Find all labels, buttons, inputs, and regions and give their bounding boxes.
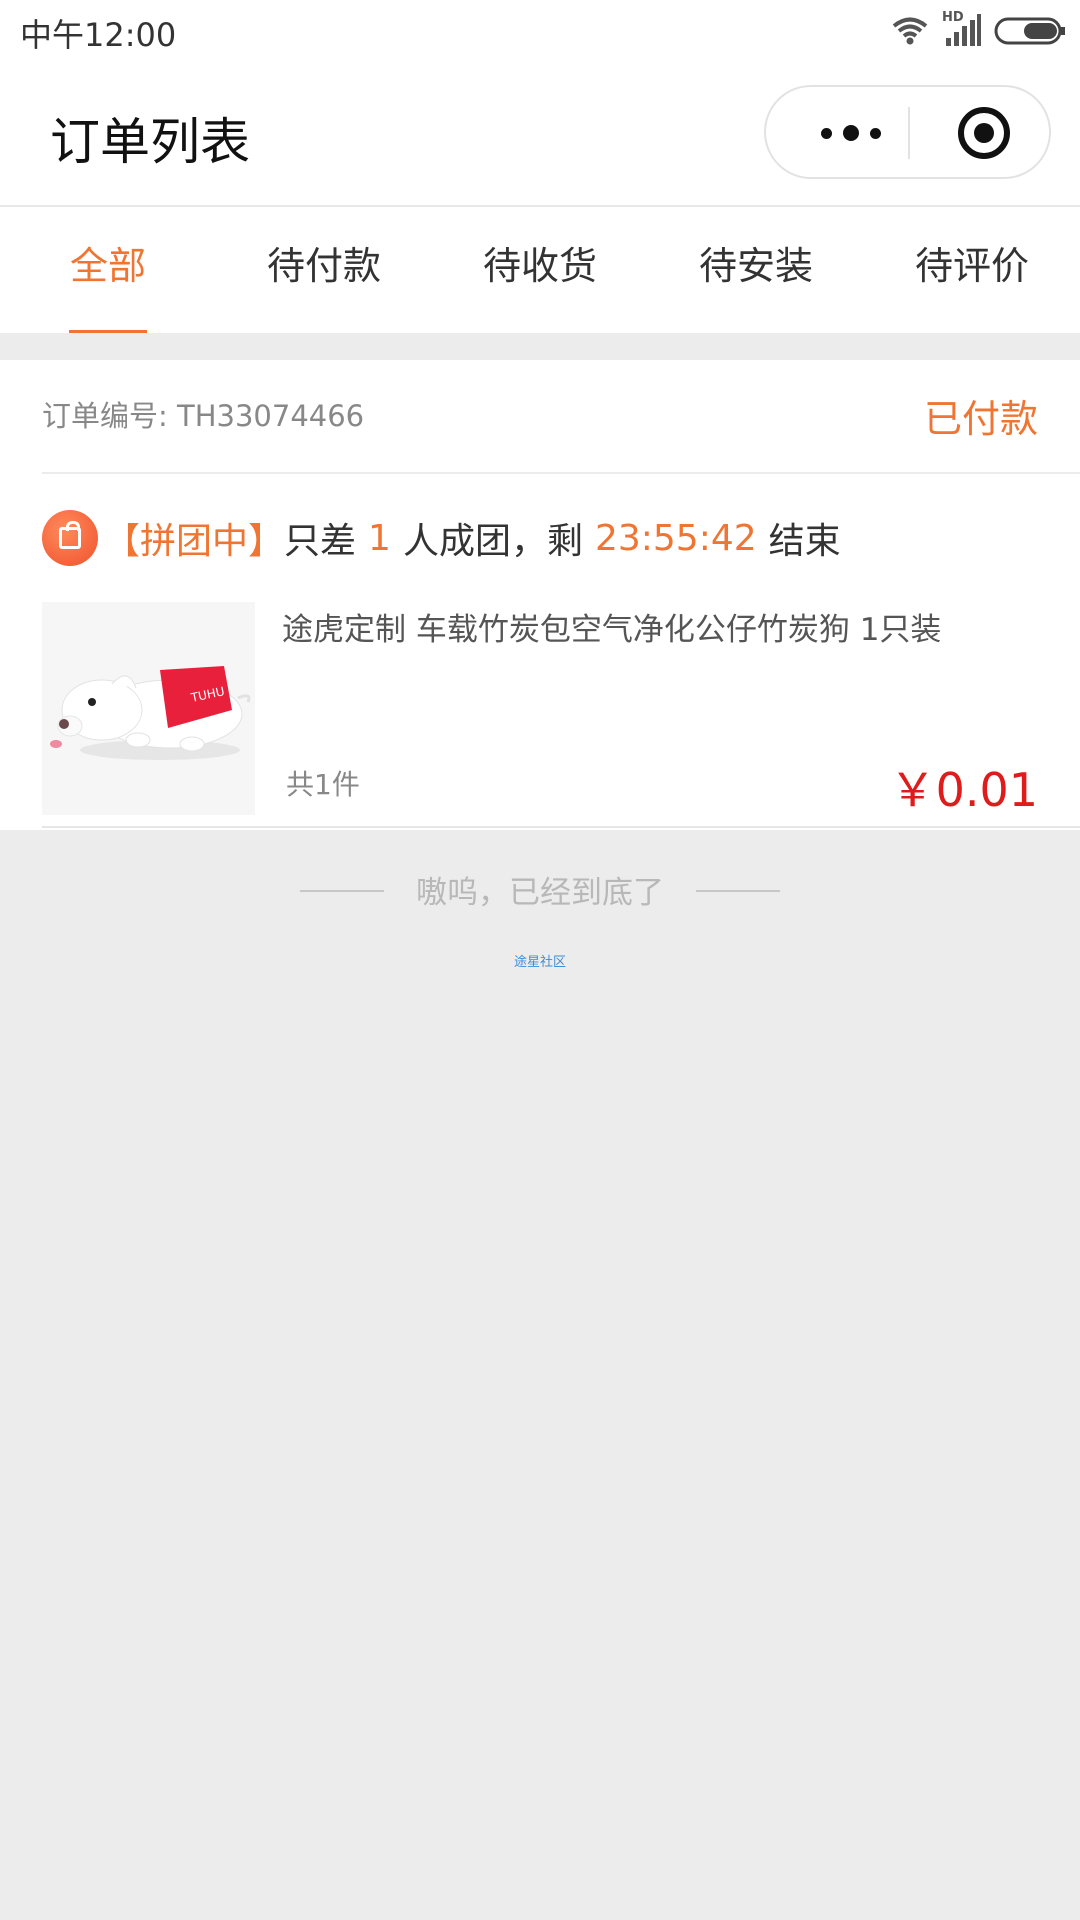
card-divider — [42, 826, 1080, 828]
title-bar: 订单列表 — [0, 62, 1080, 207]
group-buy-status: 【拼团中】 只差 1 人成团，剩 23:55:42 结束 — [42, 508, 841, 568]
tab-pending-receipt[interactable]: 待收货 — [432, 207, 648, 333]
group-buy-suffix: 结束 — [768, 521, 841, 562]
tab-pending-install[interactable]: 待安装 — [648, 207, 864, 333]
order-card[interactable]: 订单编号: TH33074466 已付款 【拼团中】 只差 1 人成团，剩 23… — [0, 360, 1080, 830]
tab-pending-payment[interactable]: 待付款 — [216, 207, 432, 333]
community-link[interactable]: 途星社区 — [0, 951, 1080, 970]
order-header: 订单编号: TH33074466 已付款 — [42, 360, 1080, 474]
active-tab-underline — [69, 330, 147, 333]
status-time: 中午12:00 — [20, 16, 177, 54]
end-line-right — [696, 890, 780, 892]
product-image[interactable]: TUHU — [42, 602, 255, 815]
wifi-icon — [892, 17, 928, 45]
status-icons: HD — [890, 10, 1066, 48]
capsule-divider — [908, 107, 910, 159]
group-buy-tag: 【拼团中】 — [104, 521, 285, 562]
order-number: 订单编号: TH33074466 — [42, 399, 365, 433]
end-of-list: 嗷呜，已经到底了 — [0, 862, 1080, 918]
product-price: ￥0.01 — [889, 763, 1038, 817]
product-quantity: 共1件 — [286, 768, 360, 801]
end-of-list-text: 嗷呜，已经到底了 — [416, 875, 664, 911]
more-dots-icon[interactable] — [806, 109, 896, 157]
group-buy-prefix: 只差 — [284, 521, 357, 562]
signal-icon: HD — [942, 10, 982, 48]
group-buy-bag-icon — [42, 510, 98, 566]
order-tabs: 全部 待付款 待收货 待安装 待评价 — [0, 207, 1080, 333]
page-title: 订单列表 — [50, 113, 250, 171]
status-bar: 中午12:00 HD — [0, 0, 1080, 62]
tab-all[interactable]: 全部 — [0, 207, 216, 333]
group-buy-countdown: 23:55:42 — [594, 517, 757, 559]
order-status: 已付款 — [923, 397, 1038, 441]
battery-icon — [994, 17, 1065, 45]
target-close-icon[interactable] — [958, 107, 1010, 159]
group-buy-middle: 人成团，剩 — [402, 521, 583, 562]
tab-pending-review[interactable]: 待评价 — [864, 207, 1080, 333]
group-buy-count: 1 — [368, 517, 391, 559]
mini-program-capsule — [764, 85, 1051, 179]
product-title[interactable]: 途虎定制 车载竹炭包空气净化公仔竹炭狗 1只装 — [282, 608, 1042, 652]
